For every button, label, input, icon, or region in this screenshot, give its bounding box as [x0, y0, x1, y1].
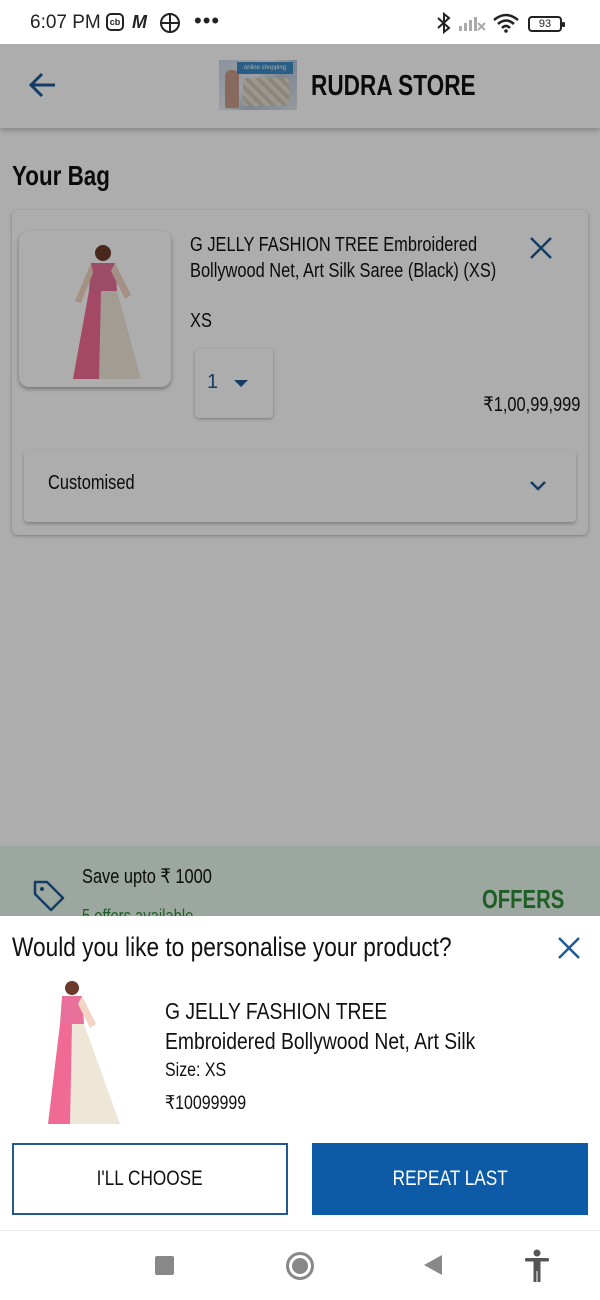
- system-nav-bar: [0, 1230, 600, 1300]
- bluetooth-icon: [437, 12, 451, 34]
- cb-icon: cb: [106, 13, 124, 31]
- repeat-last-label: REPEAT LAST: [392, 1167, 508, 1190]
- signal-icon: [459, 17, 486, 31]
- back-triangle-icon[interactable]: [424, 1255, 442, 1275]
- sheet-product-image: [44, 974, 124, 1130]
- repeat-last-button[interactable]: REPEAT LAST: [312, 1143, 588, 1215]
- ill-choose-label: I'LL CHOOSE: [96, 1167, 204, 1190]
- sheet-product-name-line2: Embroidered Bollywood Net, Art Silk: [165, 1028, 476, 1054]
- wifi-icon: [493, 13, 519, 33]
- sheet-product-name-line1: G JELLY FASHION TREE: [165, 998, 388, 1024]
- personalise-bottom-sheet: Would you like to personalise your produ…: [0, 916, 600, 1230]
- recent-apps-icon[interactable]: [155, 1256, 174, 1275]
- ill-choose-button[interactable]: I'LL CHOOSE: [12, 1143, 288, 1215]
- status-bar: 6:07 PM cb M ••• 93: [0, 0, 600, 44]
- sheet-product-price: ₹10099999: [165, 1093, 247, 1114]
- ball-icon: [160, 13, 180, 33]
- close-icon[interactable]: [556, 935, 582, 961]
- modal-scrim[interactable]: [0, 44, 600, 916]
- more-notifications-icon: •••: [194, 8, 221, 33]
- status-time: 6:07 PM: [30, 12, 101, 33]
- m-icon: M: [132, 12, 147, 32]
- sheet-title: Would you like to personalise your produ…: [12, 932, 452, 962]
- sheet-product-size: Size: XS: [165, 1060, 227, 1081]
- home-icon[interactable]: [286, 1252, 314, 1280]
- accessibility-icon[interactable]: [523, 1249, 551, 1283]
- sheet-product-name: G JELLY FASHION TREE Embroidered Bollywo…: [165, 996, 475, 1056]
- battery-icon: 93: [528, 16, 565, 32]
